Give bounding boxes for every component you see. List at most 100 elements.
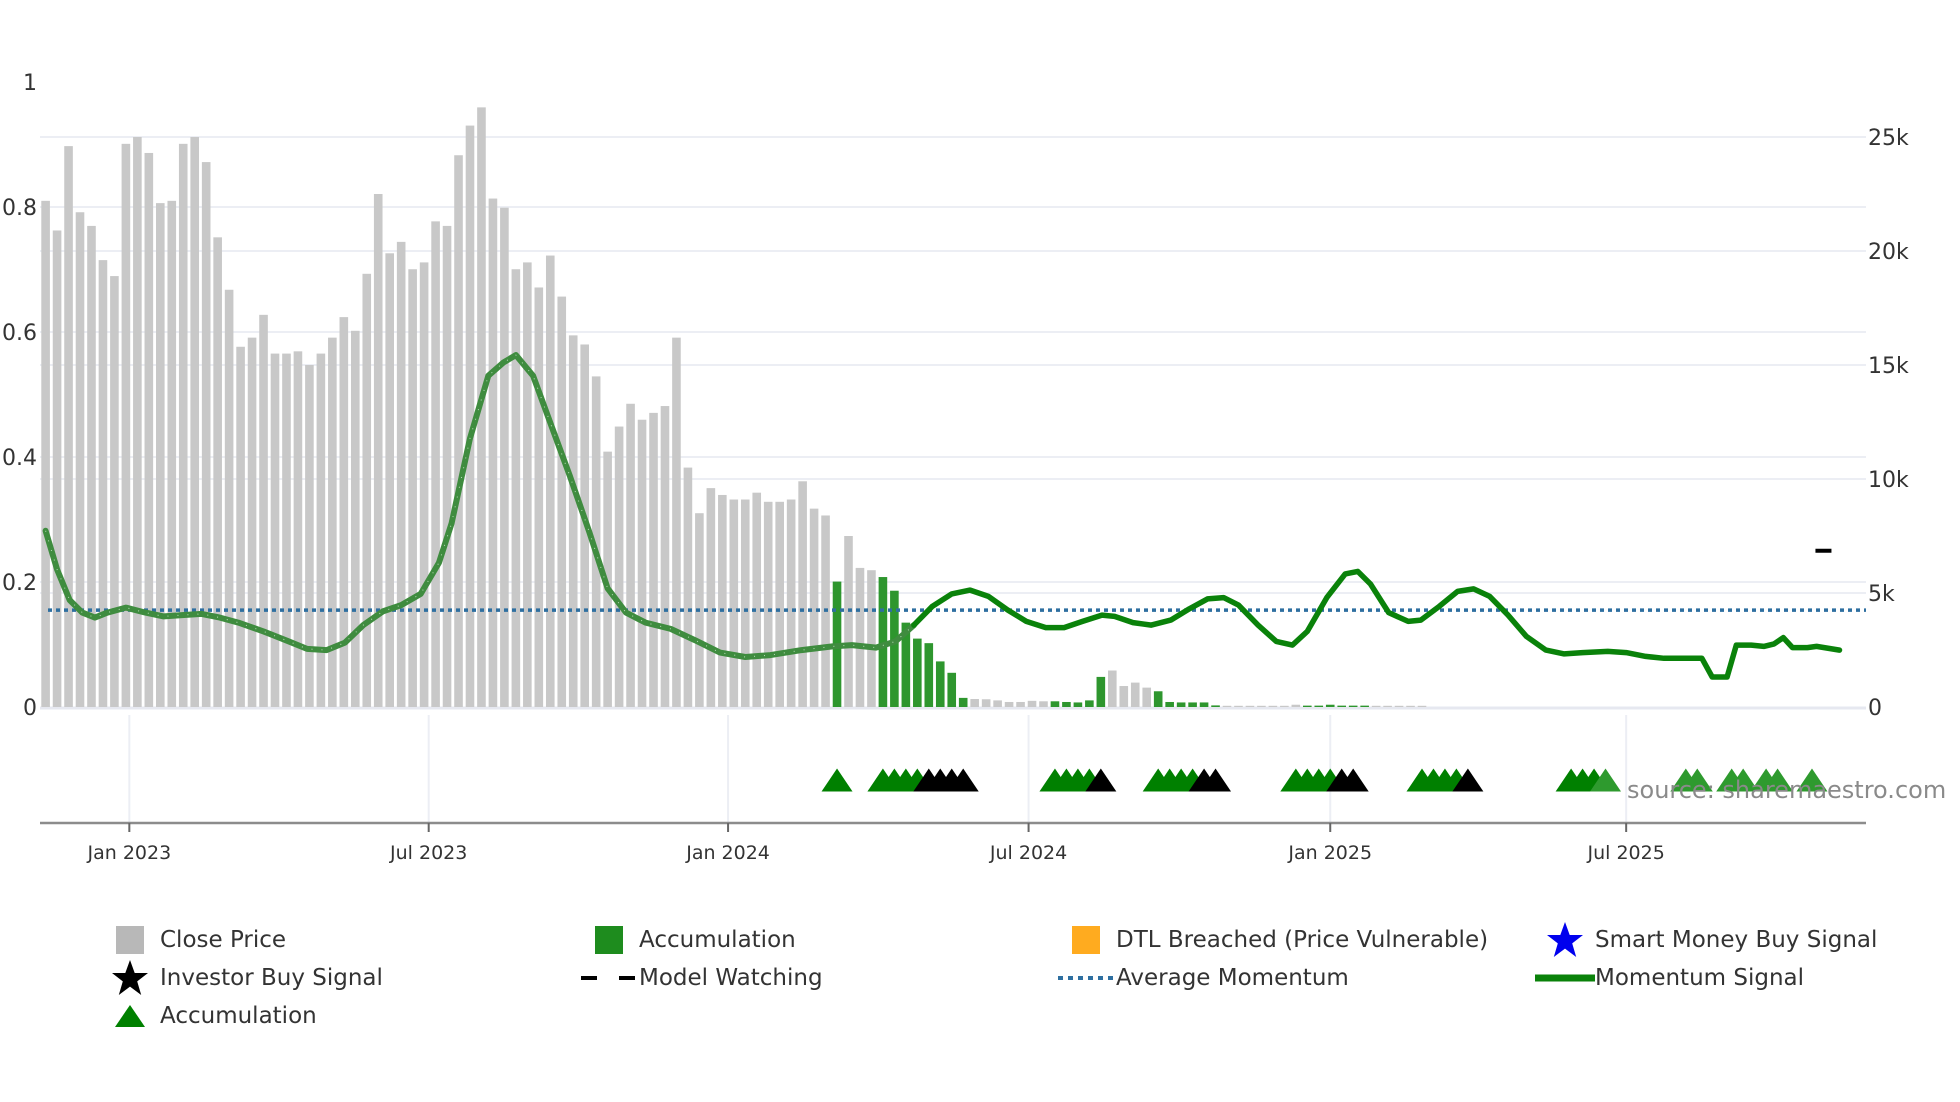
close-price-bar	[1119, 686, 1129, 707]
accumulation-bar	[1303, 705, 1312, 707]
y-right-tick-label: 10k	[1868, 468, 1909, 493]
close-price-bar	[408, 269, 417, 707]
close-price-bar	[798, 481, 807, 707]
accumulation-bar	[1188, 702, 1197, 707]
close-price-bar	[844, 536, 853, 707]
accumulation-bar	[1085, 700, 1094, 707]
close-price-bar	[1027, 700, 1037, 707]
close-price-bar	[970, 699, 979, 707]
accumulation-bar	[1325, 704, 1335, 707]
close-price-bar	[637, 419, 647, 707]
close-price-bar	[649, 412, 658, 707]
close-price-bar	[855, 567, 865, 707]
close-price-bar	[156, 203, 165, 707]
close-price-bar	[523, 262, 532, 707]
close-price-bar	[545, 255, 555, 707]
close-price-bar	[350, 330, 360, 707]
close-price-bar	[396, 241, 406, 707]
close-price-bar	[1394, 705, 1404, 707]
y-right-tick-label: 25k	[1868, 126, 1909, 151]
close-price-bar	[740, 499, 750, 707]
close-price-bar	[867, 570, 876, 707]
close-price-bar	[993, 700, 1002, 707]
close-price-bar	[534, 287, 544, 707]
close-price-bar	[683, 467, 693, 707]
close-price-bar	[1004, 701, 1014, 707]
accumulation-bar	[913, 638, 922, 707]
accumulation-bar	[924, 643, 934, 707]
close-price-bar	[454, 155, 463, 708]
close-price-bar	[178, 143, 188, 708]
y-left-tick-label: 0.4	[2, 446, 37, 471]
close-price-bar	[568, 335, 578, 707]
close-price-bar	[431, 221, 440, 708]
close-price-bar	[614, 426, 624, 707]
close-price-bar	[190, 137, 200, 707]
close-price-bar	[270, 353, 280, 707]
close-price-bar	[316, 353, 326, 707]
x-tick-label: Jul 2025	[1587, 842, 1665, 864]
close-price-bar	[419, 262, 429, 707]
y-left-tick-label: 1	[23, 71, 37, 96]
accumulation-bar	[890, 590, 899, 707]
accumulation-bar	[1176, 702, 1186, 707]
close-price-bar	[1371, 705, 1381, 707]
close-price-bar	[1142, 687, 1152, 707]
close-price-bar	[144, 152, 154, 707]
close-price-bar	[121, 143, 131, 708]
x-tick-label: Jul 2023	[389, 842, 467, 864]
accumulation-bar	[1211, 705, 1220, 707]
close-price-bar	[809, 508, 819, 707]
close-price-bar	[557, 296, 567, 707]
close-price-bar	[1039, 701, 1048, 707]
accumulation-bar	[947, 672, 957, 707]
momentum-chart: Jan 2023 Jul 2023 Jan 2024 Jul 2024 Jan 2025…	[2, 71, 1909, 864]
y-right-tick-label: 20k	[1868, 240, 1909, 265]
close-price-bar	[1383, 705, 1392, 707]
y-right-tick-label: 15k	[1868, 354, 1909, 379]
close-price-bar	[500, 207, 509, 707]
close-price-bar	[465, 125, 475, 708]
close-price-bar	[362, 273, 372, 707]
close-price-bar	[706, 488, 716, 707]
close-price-bar	[133, 137, 142, 707]
accumulation-bar	[1153, 691, 1163, 707]
accumulation-bar	[935, 661, 945, 707]
close-price-bar	[247, 337, 257, 707]
close-price-bar	[626, 403, 635, 707]
close-price-bar	[52, 230, 62, 708]
close-price-bar	[1406, 705, 1415, 707]
source-credit: source: sharemaestro.com	[1627, 776, 1947, 804]
close-price-bar	[385, 253, 394, 707]
close-price-bar	[488, 198, 498, 707]
close-price-bar	[1108, 670, 1117, 707]
y-left-tick-label: 0.2	[2, 571, 37, 596]
accumulation-bar	[1165, 701, 1174, 707]
close-price-bar	[729, 499, 739, 707]
close-price-bar	[718, 494, 727, 707]
close-price-bar	[1291, 704, 1301, 707]
close-price-bar	[672, 337, 681, 707]
close-price-bar	[41, 200, 50, 707]
close-price-bar	[511, 269, 521, 707]
close-price-bar	[110, 276, 119, 707]
close-price-bar	[64, 146, 73, 707]
close-price-bar	[213, 237, 222, 707]
accumulation-triangle	[821, 768, 853, 792]
close-price-bar	[236, 346, 245, 707]
accumulation-bar	[1050, 701, 1060, 707]
accumulation-bar	[1062, 701, 1071, 707]
close-price-bar	[1280, 705, 1289, 707]
close-price-bar	[224, 289, 234, 707]
accumulation-bar	[1314, 705, 1324, 707]
close-price-bar	[442, 225, 452, 708]
close-price-bar	[763, 501, 773, 707]
accumulation-bar	[958, 697, 968, 707]
close-price-bar	[201, 162, 211, 707]
accumulation-bar	[1199, 702, 1209, 707]
x-tick-label: Jan 2024	[685, 842, 770, 864]
x-tick-label: Jan 2025	[1287, 842, 1372, 864]
x-tick-label: Jul 2024	[989, 842, 1067, 864]
close-price-bar	[259, 314, 268, 707]
x-tick-label: Jan 2023	[86, 842, 171, 864]
